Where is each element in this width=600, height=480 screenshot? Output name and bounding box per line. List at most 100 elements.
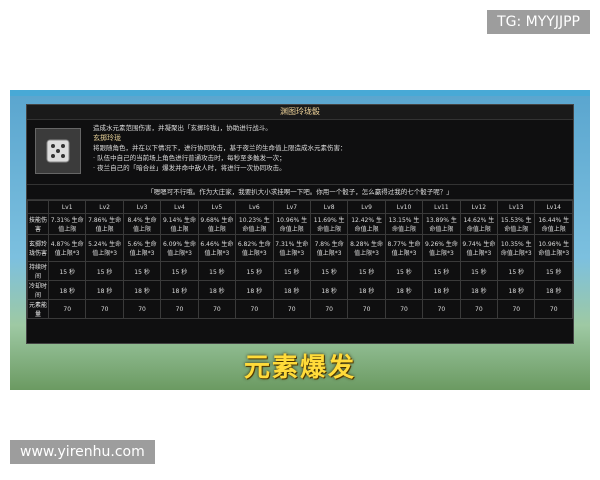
table-cell: 18 秒	[309, 280, 349, 300]
table-cell: 18 秒	[160, 280, 199, 300]
table-cell: 10.23% 生命值上限	[235, 213, 274, 235]
table-cell: 15 秒	[235, 261, 274, 281]
table-cell: 10.35% 生命值上限*3	[497, 234, 536, 262]
table-cell: 14.62% 生命值上限	[459, 213, 499, 235]
table-cell: 7.31% 生命值上限*3	[272, 234, 311, 262]
table-cell: 15 秒	[497, 261, 536, 281]
table-cell: 8.4% 生命值上限	[122, 213, 162, 235]
table-cell: 15 秒	[272, 261, 311, 281]
skill-panel: 渊图玲珑骰 造成水元素范围伤害，并凝聚出「玄掷玲珑」，协助进行战斗。 玄掷玲珑 …	[26, 104, 574, 344]
skill-name: 玄掷玲珑	[93, 134, 121, 142]
row-label: 玄掷玲珑伤害	[27, 234, 49, 262]
table-cell: 12.42% 生命值上限	[347, 213, 386, 235]
table-cell: 70	[272, 299, 311, 319]
table-cell: 4.87% 生命值上限*3	[47, 234, 87, 262]
table-cell: 9.26% 生命值上限*3	[422, 234, 461, 262]
table-cell: 70	[197, 299, 237, 319]
table-cell: 70	[422, 299, 461, 319]
table-cell: 10.96% 生命值上限	[272, 213, 311, 235]
level-header: Lv13	[497, 200, 536, 214]
table-cell: 18 秒	[47, 280, 87, 300]
level-header: Lv6	[235, 200, 274, 214]
table-cell: 70	[160, 299, 199, 319]
table-cell: 10.96% 生命值上限*3	[534, 234, 573, 262]
level-header: Lv11	[422, 200, 461, 214]
table-cell: 15 秒	[122, 261, 162, 281]
level-header: Lv2	[85, 200, 124, 214]
table-cell: 5.24% 生命值上限*3	[85, 234, 124, 262]
table-cell: 6.46% 生命值上限*3	[197, 234, 237, 262]
table-cell: 18 秒	[235, 280, 274, 300]
table-cell: 18 秒	[459, 280, 499, 300]
table-cell: 70	[459, 299, 499, 319]
level-header: Lv14	[534, 200, 573, 214]
skill-quote: 「嗯嗯可不行哦。作为大庄家，我要扒大小求挂啊一下吧。你用一个骰子，怎么赢得过我的…	[27, 185, 573, 200]
table-cell: 18 秒	[347, 280, 386, 300]
watermark-bottom: www.yirenhu.com	[10, 440, 155, 464]
table-cell: 18 秒	[384, 280, 424, 300]
table-cell: 15 秒	[47, 261, 87, 281]
table-row: 冷却时间 18 秒 18 秒 18 秒 18 秒 18 秒 18 秒 18 秒 18 秒 18 秒…	[27, 280, 573, 300]
level-header: Lv7	[272, 200, 311, 214]
table-cell: 8.77% 生命值上限*3	[384, 234, 424, 262]
table-cell: 13.15% 生命值上限	[384, 213, 424, 235]
screenshot-frame: 渊图玲珑骰 造成水元素范围伤害，并凝聚出「玄掷玲珑」，协助进行战斗。 玄掷玲珑 …	[10, 90, 590, 390]
corner-cell	[27, 200, 49, 214]
level-header: Lv1	[47, 200, 87, 214]
table-cell: 15 秒	[85, 261, 124, 281]
table-cell: 8.28% 生命值上限*3	[347, 234, 386, 262]
table-cell: 70	[235, 299, 274, 319]
table-cell: 16.44% 生命值上限	[534, 213, 573, 235]
table-cell: 18 秒	[497, 280, 536, 300]
level-header: Lv4	[160, 200, 199, 214]
table-row: 元素能量 70 70 70 70 70 70 70 70 70 70 70 70 70 70	[27, 299, 573, 319]
table-cell: 7.86% 生命值上限	[85, 213, 124, 235]
table-cell: 18 秒	[122, 280, 162, 300]
table-cell: 5.6% 生命值上限*3	[122, 234, 162, 262]
table-cell: 6.82% 生命值上限*3	[235, 234, 274, 262]
table-cell: 18 秒	[422, 280, 461, 300]
row-label: 元素能量	[27, 299, 49, 319]
table-cell: 70	[47, 299, 87, 319]
table-cell: 70	[347, 299, 386, 319]
table-cell: 15 秒	[384, 261, 424, 281]
table-cell: 15 秒	[347, 261, 386, 281]
table-header-row: Lv1 Lv2 Lv3 Lv4 Lv5 Lv6 Lv7 Lv8 Lv9 Lv10…	[27, 200, 573, 214]
table-cell: 9.68% 生命值上限	[197, 213, 237, 235]
level-header: Lv9	[347, 200, 386, 214]
level-header: Lv8	[309, 200, 349, 214]
table-cell: 15 秒	[309, 261, 349, 281]
table-cell: 18 秒	[272, 280, 311, 300]
table-cell: 15 秒	[459, 261, 499, 281]
skill-level-table: Lv1 Lv2 Lv3 Lv4 Lv5 Lv6 Lv7 Lv8 Lv9 Lv10…	[27, 200, 573, 319]
table-cell: 70	[122, 299, 162, 319]
table-cell: 70	[309, 299, 349, 319]
level-header: Lv5	[197, 200, 237, 214]
table-cell: 18 秒	[534, 280, 573, 300]
skill-info: 造成水元素范围伤害，并凝聚出「玄掷玲珑」，协助进行战斗。 玄掷玲珑 将跟随角色，…	[27, 120, 573, 185]
watermark-top: TG: MYYJJPP	[487, 10, 590, 34]
table-cell: 7.31% 生命值上限	[47, 213, 87, 235]
table-cell: 70	[384, 299, 424, 319]
level-header: Lv3	[122, 200, 162, 214]
table-cell: 18 秒	[85, 280, 124, 300]
row-label: 冷却时间	[27, 280, 49, 300]
level-header: Lv10	[384, 200, 424, 214]
table-cell: 70	[534, 299, 573, 319]
skill-line-2: · 队伍中自己的当前场上角色进行普通攻击时，每秒至多触发一次；	[93, 154, 286, 162]
table-cell: 6.09% 生命值上限*3	[160, 234, 199, 262]
table-cell: 9.74% 生命值上限*3	[459, 234, 499, 262]
dice-icon	[35, 128, 81, 174]
table-cell: 9.14% 生命值上限	[160, 213, 199, 235]
skill-description: 造成水元素范围伤害，并凝聚出「玄掷玲珑」，协助进行战斗。	[93, 124, 272, 132]
table-cell: 70	[497, 299, 536, 319]
row-label: 技能伤害	[27, 213, 49, 235]
table-cell: 70	[85, 299, 124, 319]
table-cell: 15 秒	[422, 261, 461, 281]
panel-title: 渊图玲珑骰	[27, 105, 573, 120]
table-cell: 15 秒	[197, 261, 237, 281]
table-cell: 7.8% 生命值上限*3	[309, 234, 349, 262]
table-row: 持续时间 15 秒 15 秒 15 秒 15 秒 15 秒 15 秒 15 秒 15 秒 15 秒…	[27, 261, 573, 281]
elemental-burst-banner: 元素爆发	[243, 353, 356, 383]
level-header: Lv12	[459, 200, 499, 214]
